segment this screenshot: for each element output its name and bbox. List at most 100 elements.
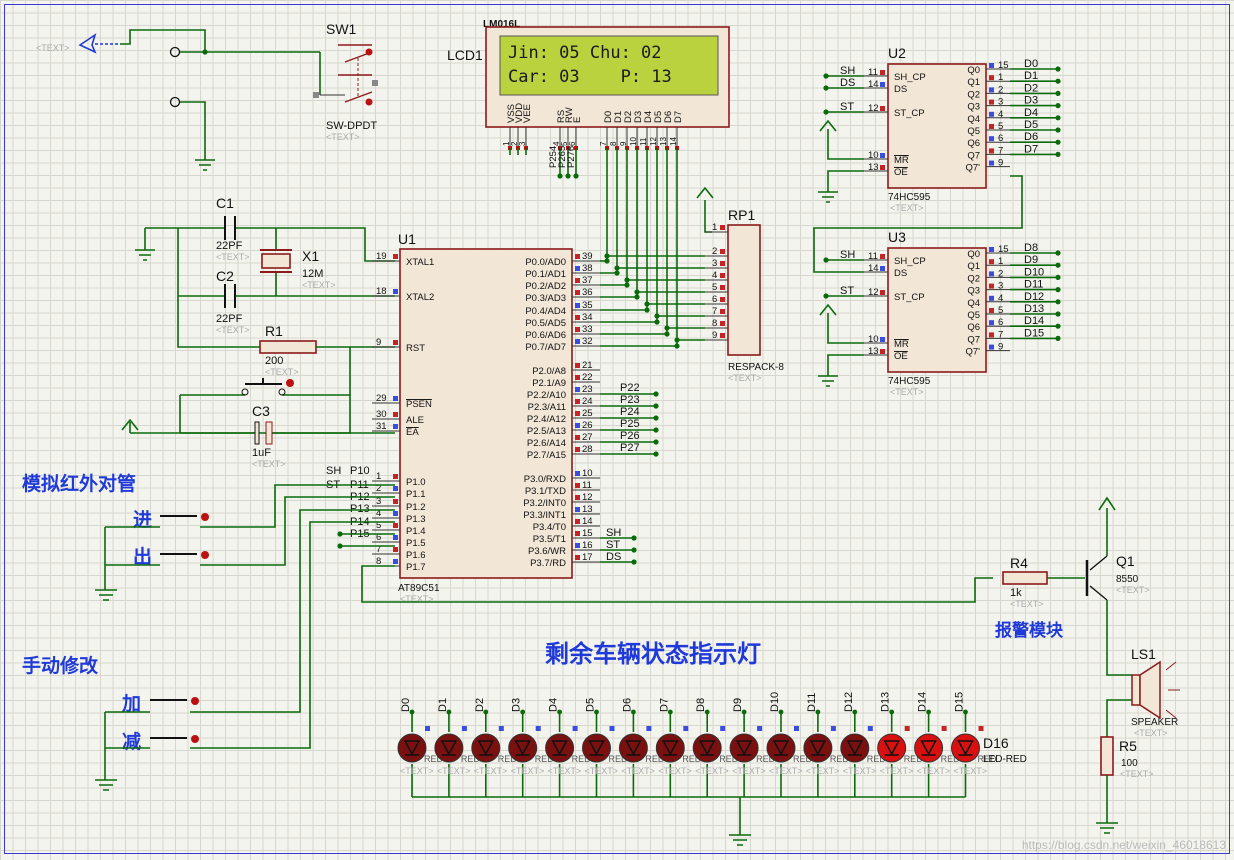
u2-pin-number: 9: [998, 158, 1003, 169]
u2-net-label: SH: [840, 65, 855, 77]
r5-ref: R5: [1119, 738, 1137, 754]
u2-pin-number: 12: [868, 103, 879, 114]
respack-rp1[interactable]: RP1 RESPACK-8 <TEXT> 1 23456789: [696, 186, 784, 383]
c3-value: 1uF: [252, 447, 271, 459]
u2-net-label: D4: [1024, 107, 1038, 119]
schematic-svg[interactable]: <TEXT> SW1 SW-DPDT <TEXT> LM016L LCD1 Ji…: [0, 0, 1234, 860]
svg-text:<TEXT>: <TEXT>: [252, 459, 286, 469]
lcd-pin-name: VEE: [522, 104, 533, 123]
u1-pin-name: P3.2/INT0: [523, 498, 566, 509]
u3-pin-number: 10: [868, 334, 879, 345]
u3-net-label: D10: [1024, 266, 1044, 278]
u2-pin-number: 3: [998, 97, 1003, 108]
u3-pin-number: 4: [998, 293, 1003, 304]
u3-pin-name: SH_CP: [894, 256, 926, 267]
u1-pin-number: 1: [376, 471, 381, 482]
text-input-terminal[interactable]: <TEXT>: [36, 33, 120, 54]
led-label: D5: [585, 698, 597, 712]
u1-pin-number: 19: [376, 251, 387, 262]
u2-pin-number: 15: [998, 60, 1009, 71]
u3-pin-number: 2: [998, 268, 1003, 279]
placeholder-label: <TEXT>: [36, 43, 70, 53]
u1-pin-number: 23: [582, 384, 593, 395]
lcd-pin-number: 14: [669, 137, 678, 146]
u2-type: 74HC595: [888, 192, 931, 203]
led-label: D10: [769, 692, 781, 712]
u1-pin-name: PSEN: [406, 399, 432, 410]
switch-sw1[interactable]: SW1 SW-DPDT <TEXT>: [120, 21, 378, 171]
u3-pin-number: 3: [998, 281, 1003, 292]
u1-pin-name: XTAL2: [406, 292, 434, 303]
u3-pin-name: Q0: [967, 249, 980, 260]
crystal-circuit[interactable]: C1 22PF <TEXT> C2 22PF <TEXT> X1 12M <TE…: [121, 195, 395, 469]
u1-pin-name: P3.5/T1: [533, 534, 566, 545]
u3-net-label: D13: [1024, 303, 1044, 315]
placeholder-label: <TEXT>: [437, 766, 471, 776]
u1-pin-number: 38: [582, 263, 593, 274]
u3-pin-name: Q7': [966, 347, 981, 358]
p1-net-label: SH: [326, 465, 341, 477]
p3-net-label: SH: [606, 527, 621, 539]
u3-ref: U3: [888, 229, 906, 245]
q1-ref: Q1: [1116, 553, 1135, 569]
u3-pin-name: Q6: [967, 322, 980, 333]
placeholder-label: <TEXT>: [474, 766, 508, 776]
u2-net-label: D0: [1024, 58, 1038, 70]
x1-value: 12M: [302, 268, 323, 280]
u3-net-label: D9: [1024, 254, 1038, 266]
placeholder-label: <TEXT>: [843, 766, 877, 776]
c3-ref: C3: [252, 403, 270, 419]
u1-pin-number: 37: [582, 275, 593, 286]
shift-register-u3[interactable]: U374HC595<TEXT>11 SH_CPSH14 DS12 ST_CPST10 M…: [813, 175, 1061, 397]
led-label: D7: [658, 698, 670, 712]
alarm-module[interactable]: R4 1k <TEXT> Q1 8550 <TEXT> 报警模块 LS1 SPE…: [995, 496, 1180, 834]
u1-pin-name: P2.3/A11: [528, 402, 566, 413]
u1-pin-name: P3.0/RXD: [524, 474, 566, 485]
u1-pin-number: 21: [582, 360, 593, 371]
u1-pin-name: P0.2/AD2: [525, 281, 566, 292]
u3-pin-name: Q2: [967, 273, 980, 284]
placeholder-label: <TEXT>: [658, 766, 692, 776]
p2-net-label: P22: [620, 382, 640, 394]
u2-pin-number: 14: [868, 79, 879, 90]
lcd-pin-number: 8: [609, 141, 618, 146]
u1-pin-number: 36: [582, 287, 593, 298]
u1-pin-name: P3.7/RD: [530, 558, 566, 569]
led-label: D2: [474, 698, 486, 712]
led-row[interactable]: D0RED<TEXT>D1RED<TEXT>D2RED<TEXT>D3RED<T…: [397, 692, 1027, 846]
u1-pin-name: P2.6/A14: [527, 438, 566, 449]
lcd-net-label: P276: [566, 146, 577, 168]
r4-ref: R4: [1010, 555, 1028, 571]
u3-pin-name: OE: [894, 351, 908, 362]
u1-pin-number: 35: [582, 300, 593, 311]
u3-pin-number: 5: [998, 305, 1003, 316]
u3-pin-number: 11: [868, 251, 878, 262]
u2-pin-number: 2: [998, 84, 1003, 95]
mcu-u1[interactable]: U1 AT89C51 <TEXT> 19XTAL118XTAL29RST29PS…: [326, 231, 659, 604]
placeholder-label: <TEXT>: [695, 766, 729, 776]
alarm-label: 报警模块: [995, 620, 1064, 641]
u1-pin-name: P3.4/T0: [533, 522, 566, 533]
u2-pin-name: Q7: [967, 150, 980, 161]
u2-net-label: ST: [840, 101, 854, 113]
u3-pin-name: Q7: [967, 334, 980, 345]
u3-net-label: D8: [1024, 242, 1038, 254]
placeholder-label: <TEXT>: [890, 203, 924, 213]
lcd1[interactable]: LM016L <TEXT> LCD1 Jin: 05 Chu: 02 Car: …: [447, 19, 730, 179]
rp1-pin-number: 5: [712, 282, 717, 293]
u2-pin-name: Q2: [967, 89, 980, 100]
u2-pin-name: MR: [894, 155, 909, 166]
u2-pin-name: Q3: [967, 102, 980, 113]
lcd-pin-number: 12: [649, 137, 658, 146]
u3-pin-name: ST_CP: [894, 292, 925, 303]
u3-type: 74HC595: [888, 376, 931, 387]
rp1-pin-number: 8: [712, 318, 717, 329]
rp1-type: RESPACK-8: [728, 362, 784, 373]
led-label: D1: [437, 698, 449, 712]
u2-ref: U2: [888, 45, 906, 61]
shift-register-u2[interactable]: U274HC595<TEXT>11 SH_CPSH14 DSDS12 ST_CPST1…: [818, 45, 1061, 213]
lcd-pin-number: 10: [629, 137, 638, 146]
lcd-ref: LCD1: [447, 47, 483, 63]
schematic-canvas[interactable]: <TEXT> SW1 SW-DPDT <TEXT> LM016L LCD1 Ji…: [0, 0, 1234, 860]
svg-text:<TEXT>: <TEXT>: [265, 367, 299, 377]
